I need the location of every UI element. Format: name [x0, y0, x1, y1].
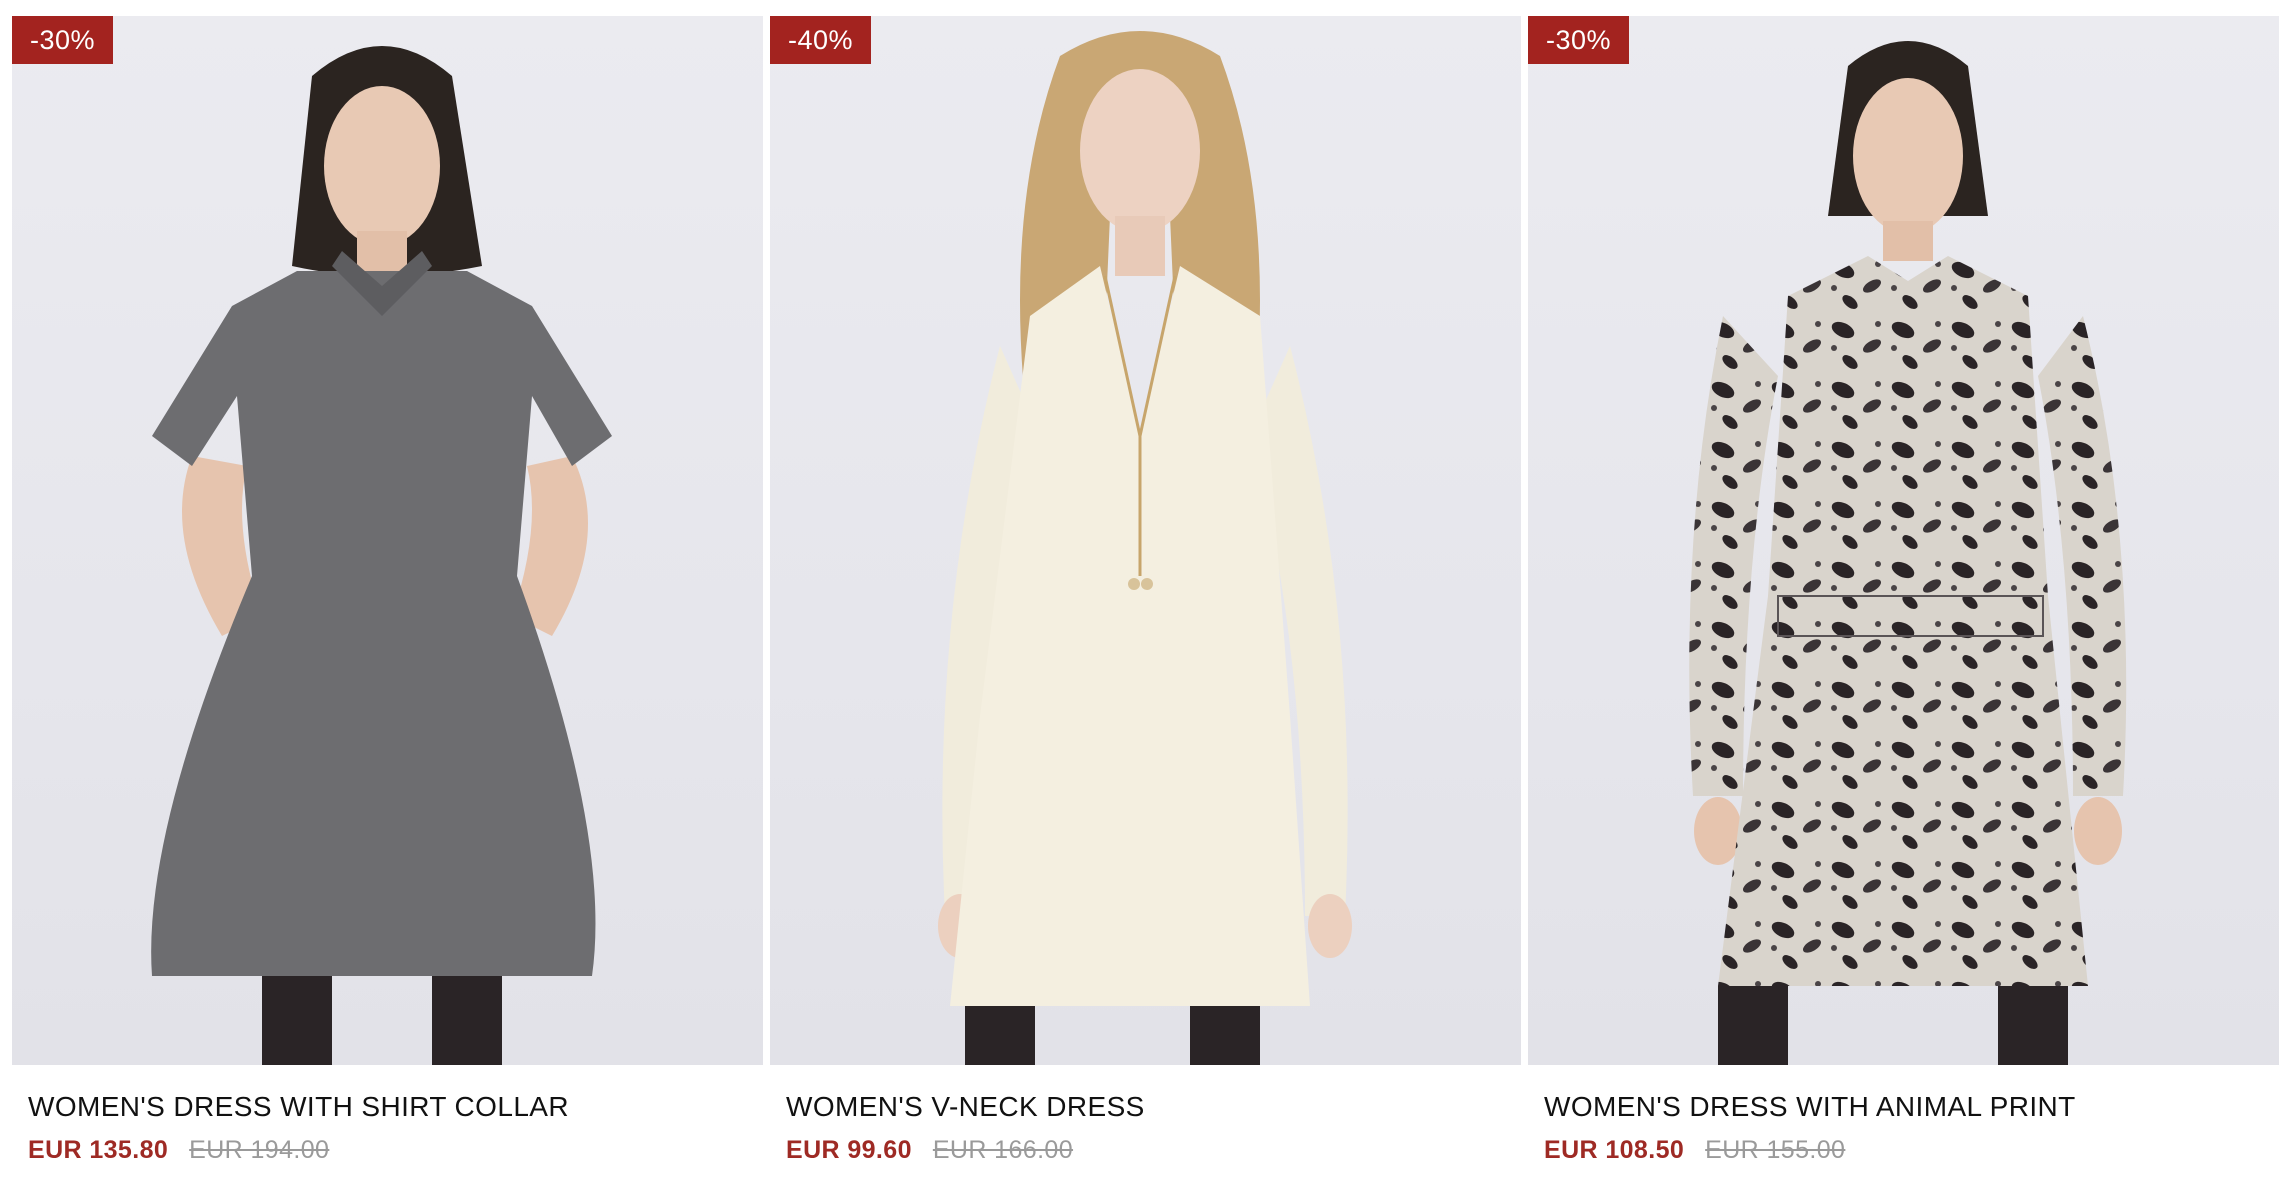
product-info: WOMEN'S V-NECK DRESS EUR 99.60 EUR 166.0…: [770, 1065, 1521, 1169]
sale-price: EUR 108.50: [1544, 1136, 1685, 1164]
price-row: EUR 108.50 EUR 155.00: [1544, 1131, 2263, 1169]
product-card: -30% WOMEN'S DRESS WITH SHIRT COLLAR EUR…: [12, 16, 763, 1169]
discount-badge: -30%: [1528, 16, 1629, 64]
product-grid: -30% WOMEN'S DRESS WITH SHIRT COLLAR EUR…: [0, 0, 2284, 1192]
product-info: WOMEN'S DRESS WITH SHIRT COLLAR EUR 135.…: [12, 1065, 763, 1169]
product-card: -30% WOMEN'S DRESS WITH ANIMAL PRINT EUR…: [1528, 16, 2279, 1169]
product-card: -40% WOMEN'S V-NECK DRESS EUR 99.60 EUR …: [770, 16, 1521, 1169]
model-photo: [151, 46, 612, 1065]
product-info: WOMEN'S DRESS WITH ANIMAL PRINT EUR 108.…: [1528, 1065, 2279, 1169]
sale-price: EUR 135.80: [28, 1136, 169, 1164]
product-name[interactable]: WOMEN'S DRESS WITH ANIMAL PRINT: [1544, 1087, 2263, 1127]
original-price: EUR 166.00: [932, 1136, 1074, 1164]
original-price: EUR 155.00: [1705, 1136, 1846, 1164]
original-price: EUR 194.00: [189, 1136, 330, 1164]
discount-badge: -30%: [12, 16, 113, 64]
discount-badge: -40%: [770, 16, 871, 64]
price-row: EUR 99.60 EUR 166.00: [786, 1131, 1505, 1169]
product-image[interactable]: -30%: [1528, 16, 2279, 1065]
product-name[interactable]: WOMEN'S DRESS WITH SHIRT COLLAR: [28, 1087, 747, 1127]
product-name[interactable]: WOMEN'S V-NECK DRESS: [786, 1087, 1505, 1127]
sale-price: EUR 99.60: [786, 1136, 912, 1164]
model-photo: [938, 31, 1352, 1065]
model-photo: [1689, 41, 2127, 1065]
product-image[interactable]: -40%: [770, 16, 1521, 1065]
price-row: EUR 135.80 EUR 194.00: [28, 1131, 747, 1169]
product-image[interactable]: -30%: [12, 16, 763, 1065]
